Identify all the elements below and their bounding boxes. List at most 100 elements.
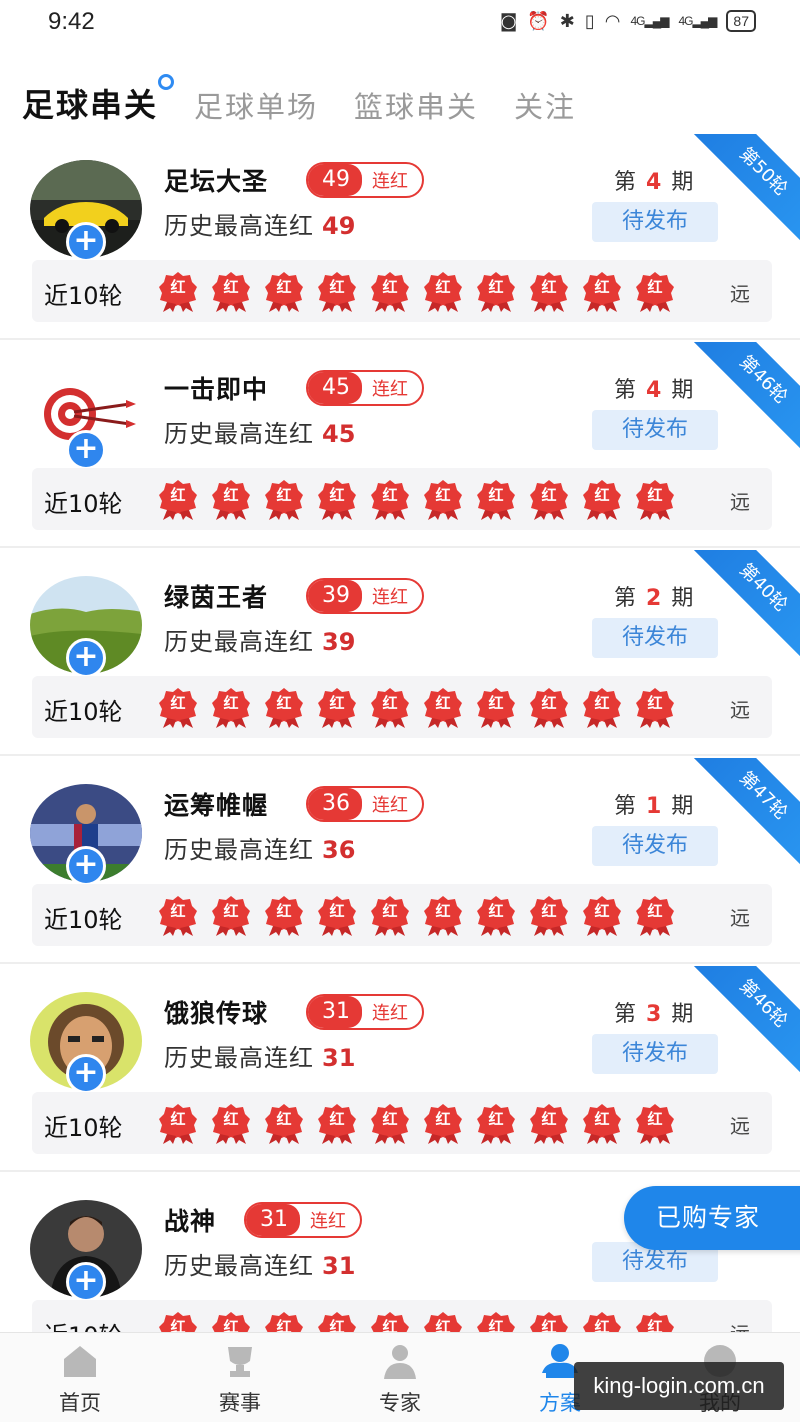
streak-badge: 39 连红	[306, 578, 424, 614]
history-label: 历史最高连红	[164, 420, 314, 448]
streak-count: 49	[308, 164, 362, 196]
result-badge: 红	[158, 686, 198, 728]
period-number: 2	[646, 586, 662, 611]
result-label: 红	[170, 902, 186, 920]
result-badge: 红	[423, 1102, 463, 1144]
result-badge: 红	[476, 1102, 516, 1144]
result-badge: 红	[211, 270, 251, 312]
tab-basketball-parlay[interactable]: 篮球串关	[354, 84, 478, 126]
signal-2-label: 4G	[678, 14, 693, 28]
bluetooth-icon: ✱	[559, 10, 575, 32]
nav-item-home[interactable]: 首页	[0, 1333, 160, 1422]
result-badge: 红	[264, 478, 304, 520]
nav-label: 赛事	[219, 1391, 261, 1415]
result-badge: 红	[582, 686, 622, 728]
result-badge: 红	[317, 270, 357, 312]
round-ribbon-label: 第50轮	[680, 134, 800, 246]
result-label: 红	[276, 694, 292, 712]
round-ribbon-label: 第46轮	[680, 342, 800, 454]
result-label: 红	[329, 486, 345, 504]
far-label: 远	[730, 1114, 750, 1138]
result-label: 红	[170, 486, 186, 504]
result-badge: 红	[529, 478, 569, 520]
result-label: 红	[382, 902, 398, 920]
result-label: 红	[541, 902, 557, 920]
home-icon	[60, 1343, 100, 1379]
result-badge: 红	[211, 1102, 251, 1144]
result-label: 红	[594, 1318, 610, 1332]
result-badge: 红	[370, 270, 410, 312]
result-badge: 红	[582, 270, 622, 312]
result-badge: 红	[264, 1310, 304, 1332]
result-label: 红	[329, 1318, 345, 1332]
result-badge: 红	[158, 478, 198, 520]
tab-label: 足球串关	[22, 86, 159, 124]
follow-plus-icon[interactable]: +	[66, 430, 106, 470]
result-badge: 红	[476, 1310, 516, 1332]
result-label: 红	[223, 694, 239, 712]
far-label: 远	[730, 490, 750, 514]
result-badge: 红	[529, 1310, 569, 1332]
result-label: 红	[329, 694, 345, 712]
result-label: 红	[382, 1110, 398, 1128]
expert-card[interactable]: + 绿茵王者 39 连红 历史最高连红 39 第 2 期待发布 第40轮 近10轮红红红红红红红红红…	[0, 550, 800, 756]
result-badge: 红	[635, 1102, 675, 1144]
result-badge: 红	[158, 1310, 198, 1332]
follow-plus-icon[interactable]: +	[66, 846, 106, 886]
tab-football-single[interactable]: 足球单场	[194, 84, 318, 126]
result-label: 红	[594, 486, 610, 504]
round-ribbon: 第46轮	[670, 342, 800, 454]
round-ribbon: 第50轮	[670, 134, 800, 246]
round-ribbon-label: 第40轮	[680, 550, 800, 662]
history-max-value: 31	[322, 1252, 356, 1280]
tab-indicator-icon	[158, 74, 175, 90]
result-label: 红	[382, 694, 398, 712]
tab-football-parlay[interactable]: 足球串关	[22, 74, 175, 126]
recent-label: 近10轮	[44, 698, 123, 726]
follow-plus-icon[interactable]: +	[66, 638, 106, 678]
result-label: 红	[488, 1110, 504, 1128]
recent-badges: 红红红红红红红红红红	[158, 478, 675, 520]
follow-plus-icon[interactable]: +	[66, 1262, 106, 1302]
expert-card[interactable]: + 一击即中 45 连红 历史最高连红 45 第 4 期待发布 第46轮 近10轮红红红红红红红红红…	[0, 342, 800, 548]
recent-label: 近10轮	[44, 1316, 123, 1332]
streak-badge: 45 连红	[306, 370, 424, 406]
recent-label: 近10轮	[44, 490, 123, 518]
result-label: 红	[435, 486, 451, 504]
recent-label: 近10轮	[44, 282, 123, 310]
period-prefix: 第	[614, 378, 637, 403]
expert-name: 足坛大圣	[164, 167, 269, 196]
result-label: 红	[382, 486, 398, 504]
result-badge: 红	[423, 686, 463, 728]
expert-card[interactable]: + 运筹帷幄 36 连红 历史最高连红 36 第 1 期待发布 第47轮 近10轮红红红红红红红红红…	[0, 758, 800, 964]
tab-follow[interactable]: 关注	[514, 84, 576, 126]
follow-plus-icon[interactable]: +	[66, 222, 106, 262]
result-label: 红	[223, 1318, 239, 1332]
history-label: 历史最高连红	[164, 1044, 314, 1072]
result-badge: 红	[158, 1102, 198, 1144]
result-label: 红	[435, 694, 451, 712]
expert-card[interactable]: + 足坛大圣 49 连红 历史最高连红 49 第 4 期待发布 第50轮 近10轮红红红红红红红红红…	[0, 134, 800, 340]
follow-plus-icon[interactable]: +	[66, 1054, 106, 1094]
period-number: 4	[646, 170, 662, 195]
result-badge: 红	[264, 270, 304, 312]
result-label: 红	[223, 278, 239, 296]
streak-badge: 31 连红	[306, 994, 424, 1030]
nav-item-trophy[interactable]: 赛事	[160, 1333, 320, 1422]
history-max-value: 49	[322, 212, 356, 240]
result-badge: 红	[370, 1310, 410, 1332]
result-label: 红	[594, 278, 610, 296]
result-label: 红	[488, 278, 504, 296]
recent-badges: 红红红红红红红红红红	[158, 1102, 675, 1144]
result-badge: 红	[635, 478, 675, 520]
signal-2-icon: 4G▂▄▆	[678, 14, 717, 28]
nav-item-expert[interactable]: 专家	[320, 1333, 480, 1422]
result-badge: 红	[476, 270, 516, 312]
expert-card[interactable]: + 饿狼传球 31 连红 历史最高连红 31 第 3 期待发布 第46轮 近10轮红红红红红红红红红…	[0, 966, 800, 1172]
streak-count: 45	[308, 372, 362, 404]
history-max-value: 31	[322, 1044, 356, 1072]
alarm-icon: ⏰	[527, 10, 550, 32]
streak-count: 36	[308, 788, 362, 820]
purchased-experts-button[interactable]: 已购专家	[624, 1186, 800, 1250]
result-label: 红	[488, 486, 504, 504]
